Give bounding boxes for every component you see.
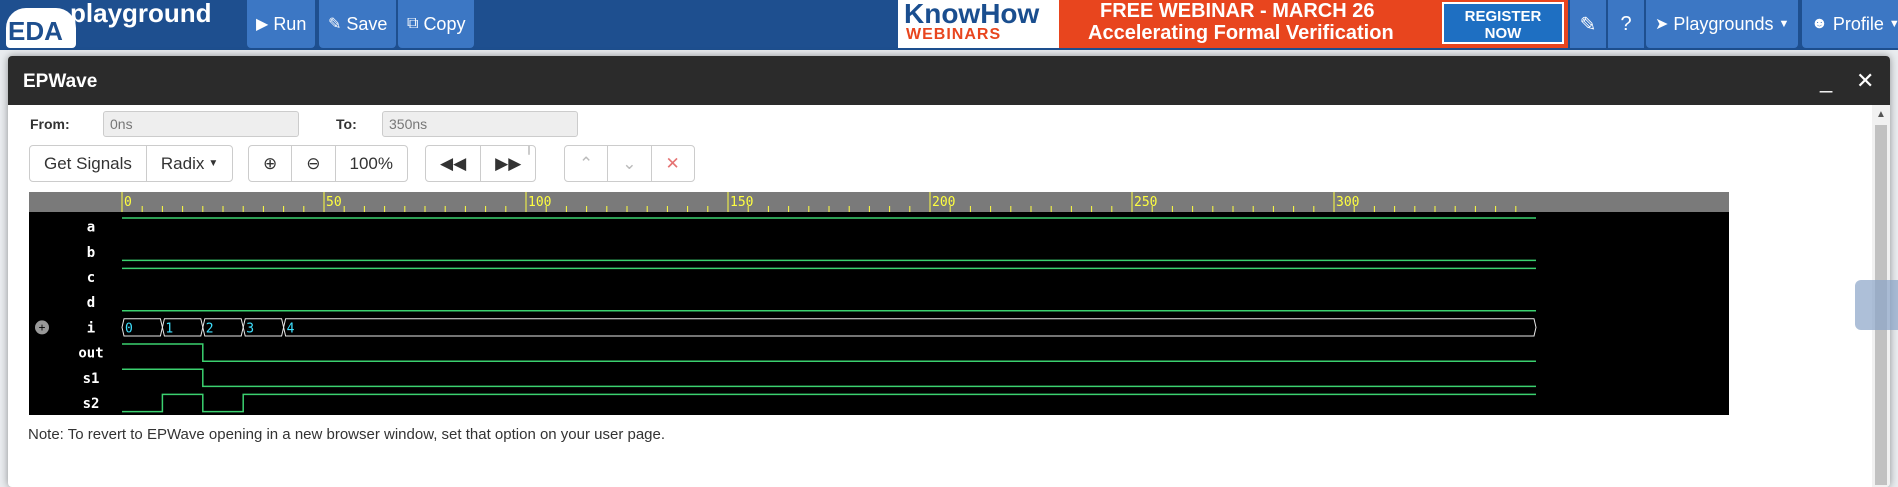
logo-eda-text: EDA	[8, 16, 63, 46]
bus-segment	[283, 318, 1537, 337]
help-icon[interactable]: ?	[1608, 0, 1644, 48]
signal-name-s2: s2	[83, 396, 100, 412]
signal-name-b: b	[87, 245, 95, 261]
signal-toolbar: Get Signals Radix ▼	[29, 145, 234, 182]
logo-playground-text: playground	[70, 0, 212, 28]
signal-trace-s2	[122, 393, 1536, 413]
backward-icon[interactable]: ◀◀	[426, 146, 482, 181]
banner-line2: Accelerating Formal Verification	[1088, 22, 1394, 44]
eda-playground-logo[interactable]: EDA playground	[0, 0, 240, 50]
bus-value: 2	[206, 321, 214, 336]
signal-name-i: i	[87, 320, 95, 336]
run-label: Run	[273, 13, 307, 34]
signal-name-s1: s1	[83, 371, 100, 387]
ruler-tick-label: 50	[326, 195, 342, 210]
signal-trace-s1	[122, 368, 1536, 388]
zoom-level[interactable]: 100%	[336, 146, 407, 181]
caret-down-icon: ▼	[1778, 18, 1790, 30]
move-up-icon[interactable]: ⌃	[565, 146, 609, 181]
navigate-toolbar: ◀◀ ▶▶	[425, 145, 537, 182]
modal-header: EPWave _ ✕	[8, 56, 1890, 105]
ruler-tick-label: 150	[730, 195, 753, 210]
delete-icon[interactable]: ✕	[652, 146, 694, 181]
ruler-tick-label: 100	[528, 195, 551, 210]
ruler-tick-label: 200	[932, 195, 955, 210]
side-tab[interactable]	[1855, 280, 1898, 330]
top-navbar: EDA playground ▶ Run ✎ Save ⧉ Copy KnowH…	[0, 0, 1898, 50]
profile-dropdown[interactable]: ☻ Profile ▼	[1802, 0, 1898, 48]
zoom-out-icon[interactable]: ⊖	[292, 146, 336, 181]
revert-note: Note: To revert to EPWave opening in a n…	[28, 426, 666, 443]
to-input[interactable]	[382, 111, 578, 137]
signal-name-c: c	[87, 270, 95, 286]
get-signals-button[interactable]: Get Signals	[30, 146, 147, 181]
zoom-in-icon[interactable]: ⊕	[249, 146, 293, 181]
signal-name-a: a	[87, 220, 95, 236]
register-line1: REGISTER	[1464, 8, 1542, 25]
playgrounds-label: Playgrounds	[1673, 13, 1774, 34]
epwave-modal: EPWave _ ✕ From: To: Get Signals Radix ▼…	[8, 56, 1890, 487]
scroll-up-icon[interactable]: ▲	[1876, 109, 1886, 120]
modal-title: EPWave	[23, 71, 98, 92]
copy-label: Copy	[423, 13, 466, 34]
webinar-banner[interactable]: KnowHow WEBINARS FREE WEBINAR - MARCH 26…	[898, 0, 1568, 48]
from-input[interactable]	[103, 111, 299, 137]
move-down-icon[interactable]: ⌄	[608, 146, 652, 181]
save-label: Save	[346, 13, 388, 34]
caret-down-icon: ▼	[208, 158, 219, 169]
pencil-icon: ✎	[328, 16, 342, 33]
radix-label: Radix	[160, 153, 205, 173]
signal-name-d: d	[87, 295, 95, 311]
ruler-tick-label: 300	[1336, 195, 1359, 210]
play-circle-icon: ▶	[256, 16, 269, 33]
close-icon[interactable]: ✕	[1856, 68, 1874, 94]
blank-button[interactable]	[528, 145, 530, 155]
user-circle-icon: ☻	[1811, 15, 1828, 32]
bus-value: 4	[287, 321, 295, 336]
from-label: From:	[30, 116, 70, 132]
bus-value: 3	[246, 321, 254, 336]
ruler-tick-label: 250	[1134, 195, 1157, 210]
signal-name-out: out	[78, 346, 103, 362]
ruler-tick-label: 0	[124, 195, 132, 210]
rocket-icon: ➤	[1655, 16, 1669, 33]
bus-value: 0	[125, 321, 133, 336]
waveform-viewer[interactable]: 0 50 100 150 200 250 300 a b c d i +0 1 2 3 4 out s1 s2	[29, 192, 1729, 415]
radix-dropdown[interactable]: Radix ▼	[147, 146, 232, 181]
zoom-toolbar: ⊕ ⊖ 100%	[248, 145, 408, 182]
minimize-icon[interactable]: _	[1820, 68, 1832, 94]
waveform-canvas[interactable]: 0 50 100 150 200 250 300 abcdi + 0 1 2 3 4 out s1 s2	[29, 192, 1729, 415]
run-button[interactable]: ▶ Run	[247, 0, 316, 48]
edit-icon[interactable]: ✎	[1570, 0, 1606, 48]
save-button[interactable]: ✎ Save	[319, 0, 397, 48]
bus-value: 1	[165, 321, 173, 336]
copy-button[interactable]: ⧉ Copy	[398, 0, 475, 48]
to-label: To:	[336, 116, 357, 132]
banner-line1: FREE WEBINAR - MARCH 26	[1100, 0, 1375, 22]
register-line2: NOW	[1484, 25, 1522, 42]
copy-icon: ⧉	[407, 15, 419, 32]
profile-label: Profile	[1832, 13, 1884, 34]
webinars-text: WEBINARS	[906, 26, 1002, 43]
caret-down-icon: ▼	[1888, 18, 1898, 30]
playgrounds-dropdown[interactable]: ➤ Playgrounds ▼	[1646, 0, 1799, 48]
expand-icon-plus: +	[38, 320, 45, 334]
register-now-button[interactable]: REGISTER NOW	[1442, 2, 1564, 44]
signal-trace-out	[122, 343, 1536, 362]
signal-move-toolbar: ⌃ ⌄ ✕	[564, 145, 695, 182]
